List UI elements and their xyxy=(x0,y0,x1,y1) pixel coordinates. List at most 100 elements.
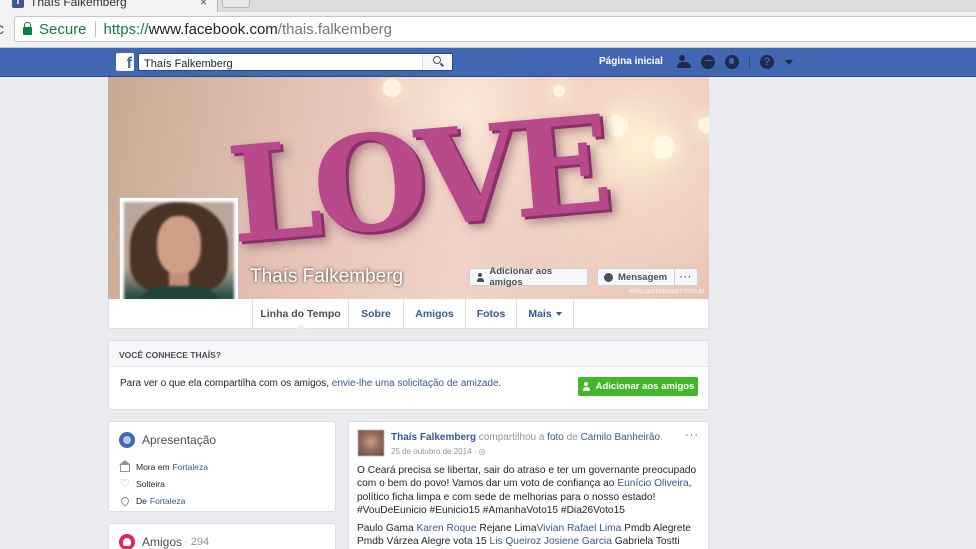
post-author-link[interactable]: Thaís Falkemberg xyxy=(391,432,476,443)
search-input[interactable] xyxy=(139,56,421,72)
post-author-avatar[interactable] xyxy=(358,430,384,456)
url-scheme: https:// xyxy=(103,20,149,38)
friends-heading[interactable]: Amigos · 294 xyxy=(119,534,209,549)
chevron-down-icon xyxy=(555,311,562,316)
message-button[interactable]: Mensagem xyxy=(597,268,676,286)
bokeh-light xyxy=(606,115,628,137)
reload-icon[interactable]: c xyxy=(0,21,4,39)
bokeh-light xyxy=(698,117,709,133)
photo-face xyxy=(157,216,201,274)
facebook-favicon-icon: f xyxy=(12,0,24,8)
friends-title: Amigos xyxy=(142,535,183,549)
do-you-know-suffix: . xyxy=(498,378,502,389)
location-pin-icon xyxy=(119,495,131,507)
tab-more[interactable]: Mais xyxy=(517,299,574,328)
help-icon[interactable]: ? xyxy=(760,55,774,69)
friends-count-value: 294 xyxy=(190,536,210,548)
bokeh-light xyxy=(651,135,675,159)
home-icon xyxy=(119,460,131,472)
lives-city-link[interactable]: Fortaleza xyxy=(173,462,208,472)
intro-from: De Fortaleza xyxy=(119,495,185,507)
tag-text: Gabriela Tostti xyxy=(611,536,680,548)
browser-tabstrip: f Thaís Falkemberg × xyxy=(0,0,976,12)
do-you-know-prefix: Para ver o que ela compartilha com os am… xyxy=(120,378,332,389)
account-menu-caret-icon[interactable] xyxy=(785,60,793,65)
timeline-post: Thaís Falkemberg compartilhou a foto de … xyxy=(348,421,709,549)
home-link[interactable]: Página inicial xyxy=(599,56,663,67)
tab-friends[interactable]: Amigos xyxy=(404,299,466,328)
tab-more-label: Mais xyxy=(528,307,552,320)
tag-link[interactable]: Karen Roque xyxy=(416,523,476,534)
friend-requests-icon[interactable] xyxy=(677,55,691,69)
friends-separator: · xyxy=(184,536,191,548)
intro-heading: Apresentação xyxy=(119,432,216,448)
post-header: Thaís Falkemberg compartilhou a foto de … xyxy=(391,432,663,443)
message-label: Mensagem xyxy=(618,271,668,283)
add-friend-label: Adicionar aos amigos xyxy=(489,266,553,288)
intro-lives-in: Mora em Fortaleza xyxy=(119,460,208,472)
search-button[interactable] xyxy=(422,54,452,70)
intro-card: Apresentação Mora em Fortaleza ♡ Solteir… xyxy=(108,421,336,512)
do-you-know-box: VOCÊ CONHECE THAÍS? Para ver o que ela c… xyxy=(108,340,709,410)
profile-name[interactable]: Thaís Falkemberg xyxy=(250,266,403,288)
facebook-logo-icon[interactable]: f xyxy=(116,53,134,71)
tag-link[interactable]: Vivian Rafael Lima xyxy=(537,523,622,534)
tag-link[interactable]: Josiene Garcia xyxy=(544,536,612,547)
add-friend-icon xyxy=(476,272,485,282)
profile-photo-blurred xyxy=(124,202,234,312)
address-bar[interactable]: Secure https:// www.facebook.com /thais.… xyxy=(14,16,976,42)
bokeh-light xyxy=(383,79,401,97)
lock-icon xyxy=(23,22,32,35)
post-date-text: 25 de outubro de 2014 · xyxy=(391,447,479,456)
post-photo-link[interactable]: foto xyxy=(547,432,564,443)
more-options-button[interactable]: ··· xyxy=(674,268,698,286)
tab-about[interactable]: Sobre xyxy=(349,299,404,328)
tag-text: Rejane Lima xyxy=(476,523,537,534)
cover-watermark: www.portalpower.com.br xyxy=(628,288,705,295)
friends-icon xyxy=(119,534,135,549)
tab-title: Thaís Falkemberg xyxy=(30,0,127,9)
browser-tab[interactable]: f Thaís Falkemberg × xyxy=(0,0,218,12)
friends-card: Amigos · 294 xyxy=(108,523,336,549)
tag-text: Paulo Gama xyxy=(357,523,417,534)
tag-link[interactable]: Lis Queiroz xyxy=(490,536,542,547)
search-icon xyxy=(433,56,441,64)
topbar-divider xyxy=(749,57,750,69)
heart-icon: ♡ xyxy=(120,478,130,490)
do-you-know-heading: VOCÊ CONHECE THAÍS? xyxy=(109,341,708,367)
browser-toolbar: c Secure https:// www.facebook.com /thai… xyxy=(0,12,976,48)
facebook-topbar: f Página inicial ? xyxy=(0,48,976,77)
post-mention-link[interactable]: Eunício Oliveira xyxy=(617,478,688,489)
post-tagged-people: Paulo Gama Karen Roque Rejane LimaVivian… xyxy=(357,522,707,549)
post-text: O Ceará precisa se libertar, sair do atr… xyxy=(357,464,707,517)
from-city-link[interactable]: Fortaleza xyxy=(150,496,185,506)
cover-love-letters: LOVE xyxy=(221,86,611,275)
tab-timeline[interactable]: Linha do Tempo xyxy=(252,299,349,329)
close-tab-icon[interactable]: × xyxy=(200,0,207,9)
messages-icon[interactable] xyxy=(701,55,715,69)
lives-label: Mora em xyxy=(136,462,170,472)
add-friend-green-button[interactable]: Adicionar aos amigos xyxy=(578,377,698,396)
post-options-icon[interactable]: ··· xyxy=(685,429,699,441)
messenger-icon xyxy=(604,272,613,282)
add-friend-icon xyxy=(582,382,591,391)
add-friend-button[interactable]: Adicionar aos amigos xyxy=(469,266,588,288)
address-separator xyxy=(94,21,96,37)
intro-globe-icon xyxy=(119,432,135,448)
tab-photos[interactable]: Fotos xyxy=(466,299,517,328)
post-header-end: . xyxy=(660,432,663,443)
post-of: de xyxy=(563,432,581,443)
add-friend-green-label: Adicionar aos amigos xyxy=(595,381,695,392)
from-label: De xyxy=(136,496,147,506)
profile-tabs: Linha do Tempo Sobre Amigos Fotos Mais xyxy=(108,299,709,329)
send-request-link[interactable]: envie-lhe uma solicitação de amizade xyxy=(332,378,499,389)
post-date[interactable]: 25 de outubro de 2014 · ◎ xyxy=(391,447,486,456)
post-source-link[interactable]: Camilo Banheirão xyxy=(581,432,661,443)
post-action: compartilhou a xyxy=(476,432,548,443)
relationship-status: Solteira xyxy=(136,479,165,489)
intro-title: Apresentação xyxy=(142,433,217,447)
notifications-globe-icon[interactable] xyxy=(725,55,739,69)
public-globe-icon: ◎ xyxy=(478,447,486,456)
new-tab-button[interactable] xyxy=(222,0,250,8)
friends-count: · 294 xyxy=(184,536,209,548)
